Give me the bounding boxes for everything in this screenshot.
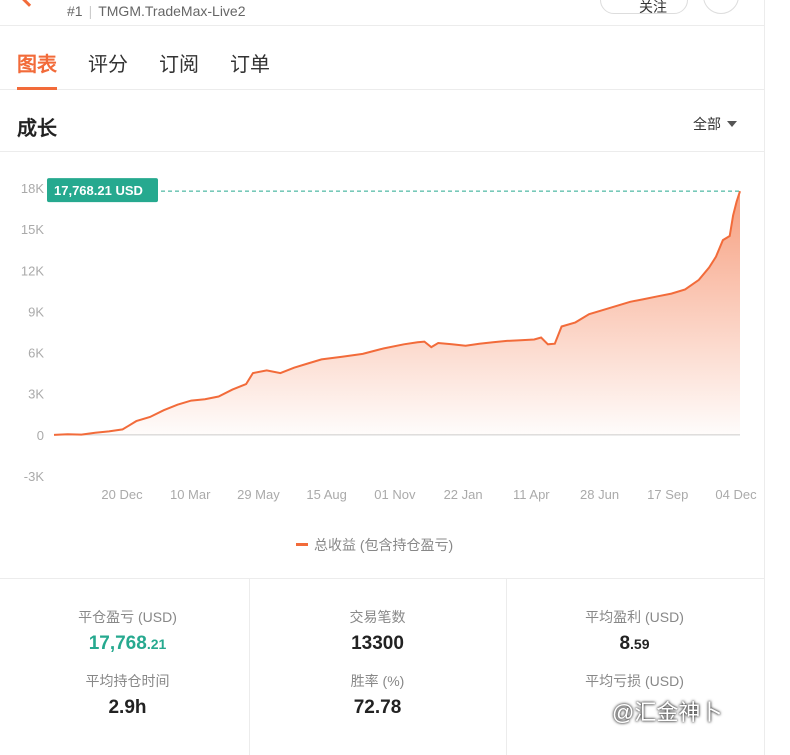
stats-column-1: 平仓盈亏 (USD) 17,768.21 平均持仓时间 2.9h [0, 579, 255, 755]
back-arrow-icon[interactable] [19, 0, 39, 7]
x-tick-label: 20 Dec [101, 487, 143, 502]
x-tick-label: 15 Aug [306, 487, 347, 502]
stat-value: 13300 [351, 633, 404, 654]
chart-legend[interactable]: 总收益 (包含持仓盈亏) [296, 535, 453, 555]
legend-label: 总收益 (包含持仓盈亏) [314, 537, 454, 553]
follow-button[interactable]: 关注 [600, 0, 688, 15]
tab-orders[interactable]: 订单 [230, 48, 270, 77]
y-tick-label: 6K [28, 346, 44, 361]
legend-swatch [296, 543, 308, 546]
series-area [54, 191, 740, 435]
y-tick-label: 15K [21, 222, 44, 237]
watermark-text: @汇金神卜 [612, 700, 723, 725]
tab-subscribe[interactable]: 订阅 [159, 48, 199, 77]
section-title: 成长 [17, 118, 57, 140]
y-tick-label: -3K [24, 469, 45, 484]
y-tick-label: 3K [28, 387, 44, 402]
tab-chart[interactable]: 图表 [17, 48, 57, 77]
current-value-label: 17,768.21 USD [54, 183, 143, 198]
stat-trades: 交易笔数 13300 [250, 607, 505, 655]
x-tick-label: 22 Jan [444, 487, 483, 502]
stat-label: 胜率 (%) [350, 673, 405, 689]
stat-label: 平均盈利 (USD) [585, 609, 684, 625]
y-tick-label: 18K [21, 181, 44, 196]
x-tick-label: 29 May [237, 487, 280, 502]
stat-avg-loss: 平均亏损 (USD) [507, 671, 762, 691]
stat-value-int: 8 [619, 633, 631, 654]
stats-column-2: 交易笔数 13300 胜率 (%) 72.78 [249, 579, 504, 755]
stats-column-3: 平均盈利 (USD) 8.59 平均亏损 (USD) [506, 579, 761, 755]
stat-value: 2.9h [108, 697, 147, 718]
y-tick-label: 0 [37, 428, 44, 443]
growth-section-header: 成长 全部 [0, 90, 765, 152]
caret-down-icon [727, 121, 737, 127]
stat-label: 平均亏损 (USD) [585, 673, 684, 689]
y-tick-label: 9K [28, 304, 44, 319]
stat-value-dec: .21 [146, 636, 167, 652]
range-dropdown[interactable]: 全部 [693, 114, 737, 134]
stat-label: 平均持仓时间 [85, 673, 170, 689]
follow-label: 关注 [639, 0, 667, 15]
account-line: #1 | TMGM.TradeMax-Live2 [67, 3, 246, 19]
stat-avg-hold: 平均持仓时间 2.9h [0, 671, 255, 719]
stat-value-dec: .59 [630, 636, 650, 652]
growth-chart: 18K 15K 12K 9K 6K 3K 0 -3K 20 Dec 10 Mar 29 May 15… [0, 152, 765, 577]
x-tick-label: 17 Sep [647, 487, 688, 502]
stat-value: 17,768.21 [0, 633, 255, 655]
stat-value-int: 17,768 [88, 633, 147, 654]
stat-avg-profit: 平均盈利 (USD) 8.59 [507, 607, 762, 655]
range-value: 全部 [693, 116, 721, 132]
account-header: #1 | TMGM.TradeMax-Live2 关注 [0, 0, 765, 26]
stat-label: 交易笔数 [349, 609, 406, 625]
stat-win-rate: 胜率 (%) 72.78 [250, 671, 505, 719]
growth-chart-svg: 18K 15K 12K 9K 6K 3K 0 -3K 20 Dec 10 Mar 29 May 15… [21, 178, 757, 502]
separator: | [88, 3, 93, 19]
stat-label: 平仓盈亏 (USD) [78, 609, 177, 625]
stat-value: 8.59 [507, 633, 762, 655]
x-tick-label: 10 Mar [170, 487, 211, 502]
x-tick-label: 01 Nov [374, 487, 416, 502]
stat-closed-pl: 平仓盈亏 (USD) 17,768.21 [0, 607, 255, 655]
x-tick-label: 04 Dec [715, 487, 757, 502]
signal-detail-panel: #1 | TMGM.TradeMax-Live2 关注 图表 评分 订阅 订单 成长… [0, 0, 765, 755]
stats-panel: 平仓盈亏 (USD) 17,768.21 平均持仓时间 2.9h 交易笔数 13… [0, 578, 765, 755]
stat-value: 72.78 [353, 697, 402, 718]
tab-rating[interactable]: 评分 [88, 48, 128, 77]
more-button[interactable] [703, 0, 739, 14]
x-tick-label: 11 Apr [513, 487, 550, 502]
y-tick-label: 12K [21, 263, 44, 278]
account-name: TMGM.TradeMax-Live2 [98, 3, 246, 19]
account-number: #1 [67, 3, 83, 19]
x-tick-label: 28 Jun [580, 487, 619, 502]
tab-bar: 图表 评分 订阅 订单 [0, 26, 765, 90]
